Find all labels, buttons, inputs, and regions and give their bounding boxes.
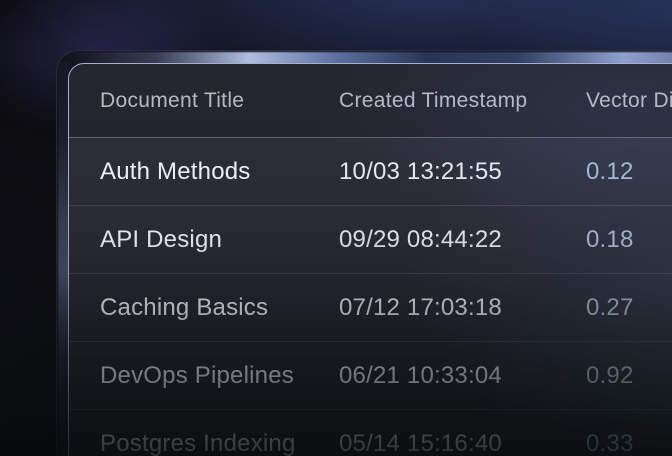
table-header: Document Title Created Timestamp Vector … bbox=[69, 64, 672, 138]
table-row[interactable]: Postgres Indexing 05/14 15:16:40 0.33 bbox=[69, 410, 672, 456]
cell-created-timestamp: 05/14 15:16:40 bbox=[339, 430, 586, 456]
table-row[interactable]: DevOps Pipelines 06/21 10:33:04 0.92 bbox=[69, 342, 672, 410]
cell-vector-distance: 0.18 bbox=[586, 226, 672, 254]
column-header-created-timestamp: Created Timestamp bbox=[339, 89, 586, 113]
table-row[interactable]: Auth Methods 10/03 13:21:55 0.12 bbox=[69, 138, 672, 206]
column-header-document-title: Document Title bbox=[100, 89, 339, 113]
cell-vector-distance: 0.33 bbox=[586, 430, 672, 456]
table-row[interactable]: Caching Basics 07/12 17:03:18 0.27 bbox=[69, 274, 672, 342]
cell-created-timestamp: 09/29 08:44:22 bbox=[339, 226, 586, 254]
table-row[interactable]: API Design 09/29 08:44:22 0.18 bbox=[69, 206, 672, 274]
cell-document-title: Auth Methods bbox=[100, 158, 339, 186]
cell-vector-distance: 0.27 bbox=[586, 294, 672, 322]
cell-created-timestamp: 10/03 13:21:55 bbox=[339, 158, 586, 186]
cell-created-timestamp: 07/12 17:03:18 bbox=[339, 294, 586, 322]
cell-vector-distance: 0.12 bbox=[586, 158, 672, 186]
cell-document-title: API Design bbox=[100, 226, 339, 254]
cell-document-title: Postgres Indexing bbox=[100, 430, 339, 456]
cell-document-title: Caching Basics bbox=[100, 294, 339, 322]
cell-document-title: DevOps Pipelines bbox=[100, 362, 339, 390]
cell-created-timestamp: 06/21 10:33:04 bbox=[339, 362, 586, 390]
cell-vector-distance: 0.92 bbox=[586, 362, 672, 390]
documents-table-card: Document Title Created Timestamp Vector … bbox=[68, 63, 672, 456]
column-header-vector-distance: Vector Distance bbox=[586, 89, 672, 113]
page-background: { "table": { "columns": [ { "label": "Do… bbox=[0, 0, 672, 456]
